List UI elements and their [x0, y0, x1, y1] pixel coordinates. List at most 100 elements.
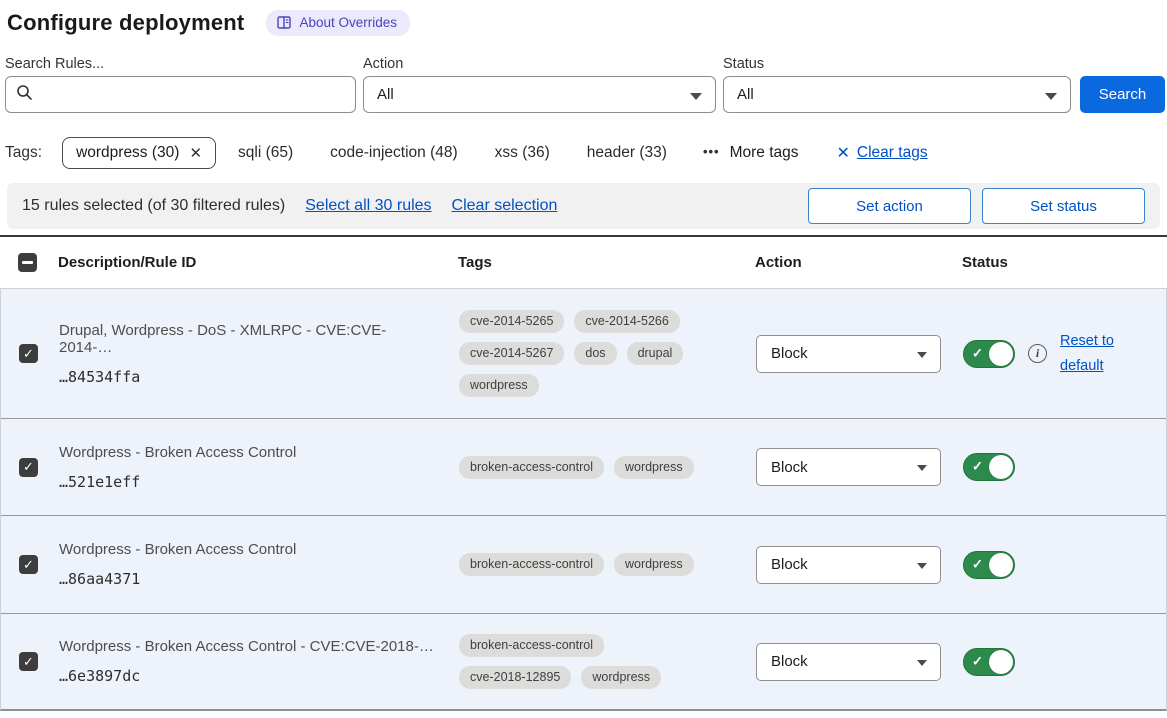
toggle-knob — [989, 650, 1013, 674]
tag-pill: wordpress — [614, 553, 694, 576]
set-status-button[interactable]: Set status — [982, 188, 1145, 224]
set-action-button[interactable]: Set action — [808, 188, 971, 224]
search-rules-input[interactable] — [41, 86, 345, 103]
status-toggle[interactable]: ✓ — [963, 340, 1015, 368]
rule-action-select[interactable]: Block — [756, 546, 941, 584]
configure-deployment-page: Configure deployment About Overrides Sea… — [0, 0, 1167, 718]
toggle-knob — [989, 455, 1013, 479]
tag-pill: broken-access-control — [459, 456, 604, 479]
row-checkbox[interactable]: ✓ — [19, 652, 38, 671]
chevron-down-icon — [917, 563, 927, 569]
rule-tags: broken-access-control wordpress — [459, 553, 711, 576]
tag-pill: cve-2014-5266 — [574, 310, 679, 333]
page-title: Configure deployment — [7, 10, 244, 36]
tag-pill: cve-2014-5265 — [459, 310, 564, 333]
clear-selection-link[interactable]: Clear selection — [452, 197, 558, 215]
tags-label: Tags: — [5, 144, 42, 162]
rule-id: …84534ffa — [59, 368, 435, 386]
tag-pill: broken-access-control — [459, 553, 604, 576]
more-tags-button[interactable]: ••• More tags — [703, 144, 799, 162]
info-icon[interactable]: i — [1028, 344, 1047, 363]
tag-pill: cve-2014-5267 — [459, 342, 564, 365]
tag-filter-item[interactable]: sqli (65) — [238, 144, 293, 162]
check-icon: ✓ — [972, 653, 983, 669]
rule-id: …6e3897dc — [59, 667, 435, 685]
search-rules-label: Search Rules... — [5, 56, 356, 72]
rules-table: Description/Rule ID Tags Action Status ✓… — [0, 235, 1167, 711]
rule-description: Drupal, Wordpress - DoS - XMLRPC - CVE:C… — [59, 322, 435, 356]
selected-tag-label: wordpress (30) — [76, 144, 179, 162]
tag-pill: wordpress — [581, 666, 661, 689]
tag-pill: drupal — [627, 342, 684, 365]
tag-filter-item[interactable]: code-injection (48) — [330, 144, 458, 162]
about-overrides-label: About Overrides — [299, 15, 397, 30]
check-icon: ✓ — [23, 459, 34, 475]
check-icon: ✓ — [23, 557, 34, 573]
tag-filter-item[interactable]: header (33) — [587, 144, 667, 162]
search-rules-field[interactable] — [5, 76, 356, 113]
tag-pill: wordpress — [459, 374, 539, 397]
chevron-down-icon — [690, 93, 702, 100]
rule-tags: broken-access-controlwordpress — [459, 456, 711, 479]
rule-id: …521e1eff — [59, 473, 435, 491]
clear-tags-label: Clear tags — [857, 144, 928, 162]
rule-description: Wordpress - Broken Access Control — [59, 444, 435, 461]
tags-filter-row: Tags: wordpress (30) ✕ sqli (65) code-inj… — [0, 113, 1167, 169]
reset-to-default-link[interactable]: Reset to default — [1060, 329, 1122, 378]
status-toggle[interactable]: ✓ — [963, 551, 1015, 579]
tag-filter-item[interactable]: xss (36) — [495, 144, 550, 162]
action-filter-select[interactable]: All — [363, 76, 716, 113]
clear-tags-button[interactable]: ✕ Clear tags — [837, 143, 928, 163]
check-icon: ✓ — [972, 556, 983, 572]
tag-pill: broken-access-control — [459, 634, 604, 657]
tag-filter-list: sqli (65) code-injection (48) xss (36) head… — [238, 144, 667, 162]
tag-pill: cve-2018-12895 — [459, 666, 571, 689]
table-row: ✓ Drupal, Wordpress - DoS - XMLRPC - CVE… — [1, 289, 1166, 418]
action-filter-label: Action — [363, 56, 716, 72]
row-checkbox[interactable]: ✓ — [19, 555, 38, 574]
table-row: ✓ Wordpress - Broken Access Control …86a… — [1, 515, 1166, 613]
toggle-knob — [989, 342, 1013, 366]
check-icon: ✓ — [23, 346, 34, 362]
rule-action-value: Block — [771, 653, 808, 670]
rule-action-select[interactable]: Block — [756, 448, 941, 486]
column-header-action: Action — [755, 254, 962, 271]
selection-bar: 15 rules selected (of 30 filtered rules)… — [7, 183, 1160, 229]
table-header-row: Description/Rule ID Tags Action Status — [0, 237, 1167, 289]
filter-bar: Search Rules... Action All Status All Se… — [0, 36, 1167, 113]
rule-action-value: Block — [771, 345, 808, 362]
chevron-down-icon — [917, 352, 927, 358]
row-checkbox[interactable]: ✓ — [19, 458, 38, 477]
rule-tags: broken-access-control cve-2018-12895 wordp… — [459, 634, 711, 689]
select-all-rules-link[interactable]: Select all 30 rules — [305, 197, 431, 215]
action-filter-value: All — [377, 86, 394, 103]
selected-tag-chip-wordpress[interactable]: wordpress (30) ✕ — [62, 137, 216, 169]
row-checkbox[interactable]: ✓ — [19, 344, 38, 363]
page-header: Configure deployment About Overrides — [0, 0, 1167, 36]
table-row: ✓ Wordpress - Broken Access Control - CV… — [1, 613, 1166, 709]
status-toggle[interactable]: ✓ — [963, 648, 1015, 676]
chevron-down-icon — [917, 465, 927, 471]
chevron-down-icon — [1045, 93, 1057, 100]
about-overrides-badge[interactable]: About Overrides — [266, 10, 410, 36]
rule-id: …86aa4371 — [59, 570, 435, 588]
status-filter-value: All — [737, 86, 754, 103]
close-icon: ✕ — [837, 143, 850, 163]
book-icon — [277, 16, 292, 30]
selection-summary: 15 rules selected (of 30 filtered rules) — [22, 197, 285, 215]
remove-tag-icon[interactable]: ✕ — [189, 144, 202, 162]
rule-action-value: Block — [771, 459, 808, 476]
search-button[interactable]: Search — [1080, 76, 1165, 113]
table-body: ✓ Drupal, Wordpress - DoS - XMLRPC - CVE… — [0, 289, 1167, 711]
column-header-status: Status — [962, 254, 1167, 271]
rule-action-select[interactable]: Block — [756, 335, 941, 373]
rule-description: Wordpress - Broken Access Control — [59, 541, 435, 558]
rule-tags: cve-2014-5265 cve-2014-5266 cve-2014-5267 d… — [459, 310, 711, 397]
rule-action-select[interactable]: Block — [756, 643, 941, 681]
more-tags-label: More tags — [730, 144, 799, 162]
status-filter-select[interactable]: All — [723, 76, 1071, 113]
rule-action-value: Block — [771, 556, 808, 573]
check-icon: ✓ — [23, 654, 34, 670]
status-toggle[interactable]: ✓ — [963, 453, 1015, 481]
select-all-checkbox[interactable] — [18, 253, 37, 272]
